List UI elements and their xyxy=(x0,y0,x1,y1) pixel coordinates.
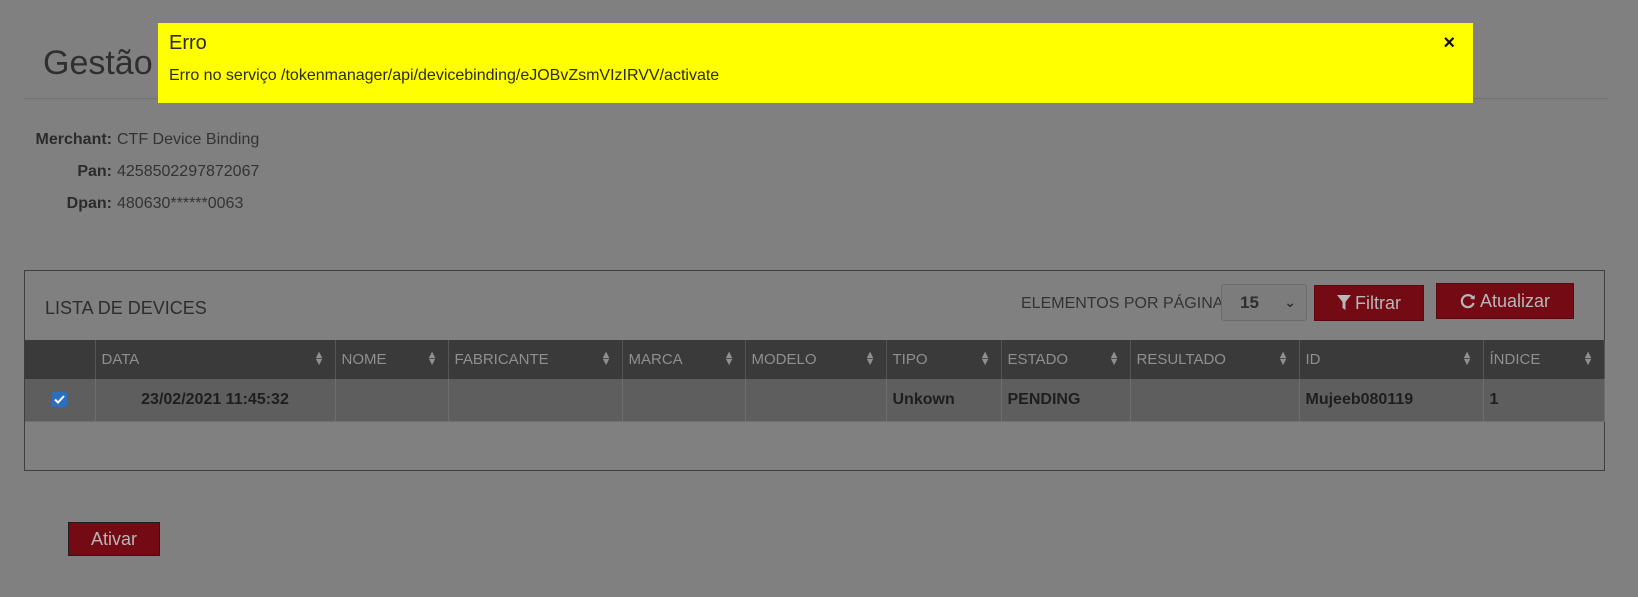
header-label: ÍNDICE xyxy=(1489,351,1541,368)
header-estado[interactable]: ESTADO ▲ ▼ xyxy=(1001,340,1131,379)
row-select-cell[interactable] xyxy=(25,379,96,422)
dpan-value: 480630******0063 xyxy=(117,195,244,212)
filter-button[interactable]: Filtrar xyxy=(1314,285,1424,321)
merchant-label: Merchant: xyxy=(35,131,112,148)
header-fabricante[interactable]: FABRICANTE ▲ ▼ xyxy=(448,340,623,379)
alert-message: Erro no serviço /tokenmanager/api/device… xyxy=(169,67,720,84)
header-marca[interactable]: MARCA ▲ ▼ xyxy=(622,340,746,379)
sort-icon: ▲ ▼ xyxy=(1277,349,1289,368)
header-modelo[interactable]: MODELO ▲ ▼ xyxy=(745,340,887,379)
header-label: ESTADO xyxy=(1007,351,1069,368)
info-row-merchant: Merchant: CTF Device Binding xyxy=(23,124,260,156)
header-label: DATA xyxy=(101,351,140,368)
chevron-down-icon: ⌄ xyxy=(1284,294,1296,310)
info-row-pan: Pan: 4258502297872067 xyxy=(23,156,259,188)
per-page-value: 15 xyxy=(1240,292,1259,312)
header-label: MODELO xyxy=(751,351,817,368)
table-row[interactable]: 23/02/2021 11:45:32 Unkown PENDING Mujee… xyxy=(25,379,1605,422)
info-row-dpan: Dpan: 480630******0063 xyxy=(23,188,259,220)
refresh-label: Atualizar xyxy=(1479,290,1551,311)
devices-table: DATA ▲ ▼ NOME ▲ ▼ FABRICANTE ▲ ▼ MARCA ▲ ▼ MODEL… xyxy=(25,340,1605,422)
header-label: ID xyxy=(1305,351,1321,368)
header-indice[interactable]: ÍNDICE ▲ ▼ xyxy=(1483,340,1605,379)
header-select xyxy=(25,340,96,379)
header-label: NOME xyxy=(341,351,387,368)
sort-icon: ▲ ▼ xyxy=(723,349,735,368)
cell-resultado xyxy=(1130,379,1300,422)
sort-icon: ▲ ▼ xyxy=(864,349,876,368)
cell-nome xyxy=(335,379,449,422)
pan-label: Pan: xyxy=(77,163,112,180)
cell-fabricante xyxy=(448,379,623,422)
merchant-info: Merchant: CTF Device Binding Pan: 425850… xyxy=(23,124,260,220)
merchant-value: CTF Device Binding xyxy=(117,131,260,148)
per-page-label: ELEMENTOS POR PÁGINA: xyxy=(1021,295,1228,312)
row-checkbox[interactable] xyxy=(52,392,68,408)
pan-value: 4258502297872067 xyxy=(117,163,260,180)
header-tipo[interactable]: TIPO ▲ ▼ xyxy=(886,340,1002,379)
header-data[interactable]: DATA ▲ ▼ xyxy=(95,340,336,379)
sort-icon: ▲ ▼ xyxy=(1461,349,1473,368)
sort-icon: ▲ ▼ xyxy=(1582,349,1594,368)
header-label: TIPO xyxy=(892,351,928,368)
header-label: FABRICANTE xyxy=(454,351,549,368)
sort-icon: ▲ ▼ xyxy=(600,349,612,368)
refresh-icon xyxy=(1460,293,1476,309)
header-id[interactable]: ID ▲ ▼ xyxy=(1299,340,1484,379)
panel-title: LISTA DE DEVICES xyxy=(45,298,207,318)
cell-data: 23/02/2021 11:45:32 xyxy=(95,379,336,422)
header-label: MARCA xyxy=(628,351,683,368)
error-alert: Erro Erro no serviço /tokenmanager/api/d… xyxy=(158,23,1473,103)
header-resultado[interactable]: RESULTADO ▲ ▼ xyxy=(1130,340,1300,379)
header-nome[interactable]: NOME ▲ ▼ xyxy=(335,340,449,379)
table-header-row: DATA ▲ ▼ NOME ▲ ▼ FABRICANTE ▲ ▼ MARCA ▲ ▼ MODEL… xyxy=(25,340,1605,379)
cell-id: Mujeeb080119 xyxy=(1299,379,1484,422)
sort-icon: ▲ ▼ xyxy=(313,349,325,368)
per-page-select[interactable]: 15 ⌄ xyxy=(1221,284,1307,321)
refresh-button[interactable]: Atualizar xyxy=(1436,283,1574,319)
header-label: RESULTADO xyxy=(1136,351,1226,368)
page-title: Gestão xyxy=(43,44,153,82)
close-icon[interactable]: × xyxy=(1443,33,1455,53)
alert-title: Erro xyxy=(169,32,207,54)
sort-icon: ▲ ▼ xyxy=(979,349,991,368)
devices-panel: LISTA DE DEVICES ELEMENTOS POR PÁGINA: 1… xyxy=(24,270,1605,471)
dpan-label: Dpan: xyxy=(66,195,112,212)
cell-marca xyxy=(622,379,746,422)
cell-tipo: Unkown xyxy=(886,379,1002,422)
activate-button[interactable]: Ativar xyxy=(68,522,160,556)
cell-estado: PENDING xyxy=(1001,379,1131,422)
sort-icon: ▲ ▼ xyxy=(1108,349,1120,368)
cell-modelo xyxy=(745,379,887,422)
filter-label: Filtrar xyxy=(1355,292,1401,313)
sort-icon: ▲ ▼ xyxy=(426,349,438,368)
filter-icon xyxy=(1337,295,1351,311)
cell-indice: 1 xyxy=(1483,379,1605,422)
